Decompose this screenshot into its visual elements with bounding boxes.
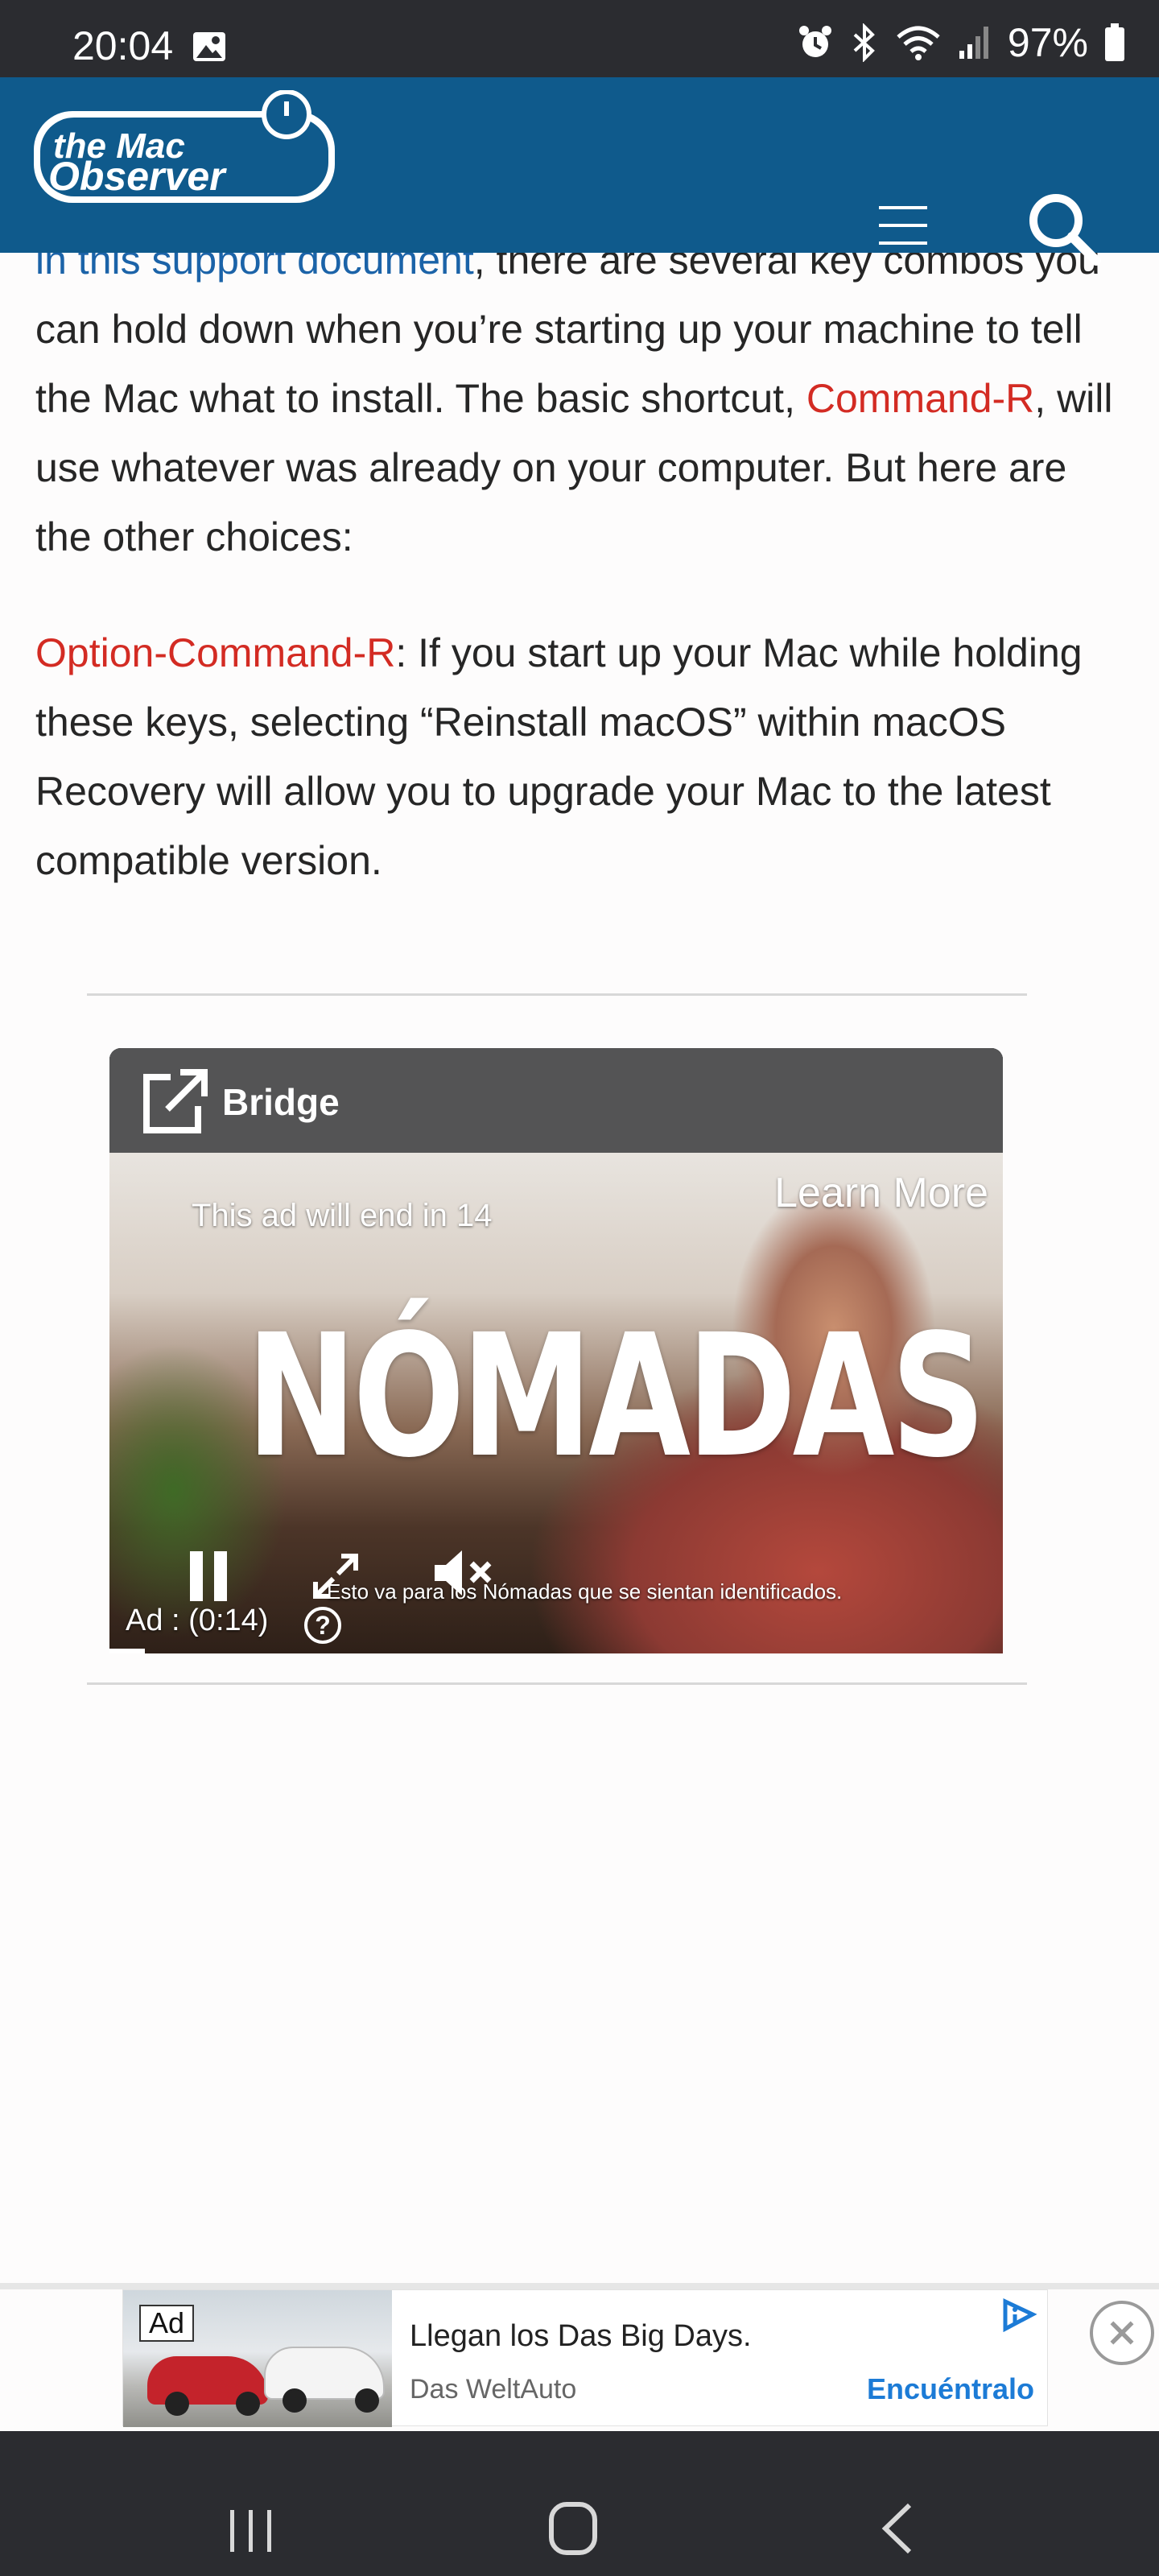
ad-divider-top: [87, 993, 1027, 996]
ad-countdown: This ad will end in 14: [192, 1198, 493, 1233]
signal-icon: [959, 27, 988, 59]
video-ad-header[interactable]: Bridge: [109, 1048, 1003, 1153]
gallery-icon: [193, 32, 225, 61]
ad-time-remaining: Ad : (0:14): [126, 1604, 269, 1637]
banner-ad-border: [0, 2283, 1159, 2289]
banner-ad-cta-button[interactable]: Encuéntralo: [867, 2372, 1034, 2406]
banner-ad-headline[interactable]: Llegan los Das Big Days.: [410, 2319, 752, 2354]
video-title-overlay: NÓMADAS: [246, 1298, 986, 1495]
video-subtitle: Esto va para los Nómadas que se sientan …: [327, 1579, 843, 1604]
status-icons: 97%: [797, 19, 1125, 66]
wifi-icon: [897, 26, 940, 60]
ad-divider-bottom: [87, 1682, 1027, 1685]
status-bar: 20:04 97%: [0, 0, 1159, 77]
fullscreen-icon[interactable]: [311, 1551, 361, 1601]
battery-icon: [1105, 23, 1124, 61]
option-command-r-link[interactable]: Option-Command-R: [35, 630, 395, 675]
mute-icon[interactable]: [431, 1547, 496, 1599]
ad-label: Ad: [139, 2305, 195, 2342]
banner-ad[interactable]: Ad Llegan los Das Big Days. Das WeltAuto…: [122, 2289, 1048, 2427]
learn-more-button[interactable]: Learn More: [774, 1169, 988, 1217]
bluetooth-icon: [853, 23, 875, 62]
navigation-bar: [0, 2431, 1159, 2576]
close-ad-icon[interactable]: [1090, 2301, 1154, 2365]
video-player[interactable]: Learn More This ad will end in 14 NÓMADA…: [109, 1153, 1003, 1653]
banner-ad-advertiser: Das WeltAuto: [410, 2374, 577, 2405]
recents-icon[interactable]: [227, 2507, 275, 2555]
ad-brand-name[interactable]: Bridge: [222, 1080, 340, 1124]
pause-button[interactable]: [190, 1551, 232, 1601]
article-paragraph: Option-Command-R: If you start up your M…: [35, 630, 1083, 883]
status-time: 20:04: [72, 23, 174, 68]
banner-ad-image[interactable]: Ad: [123, 2290, 392, 2427]
adchoices-icon[interactable]: [1000, 2298, 1037, 2332]
alarm-icon: [798, 26, 831, 57]
video-progress-bar: [109, 1649, 146, 1653]
battery-percent: 97%: [1007, 20, 1088, 65]
svg-text:Observer: Observer: [48, 154, 227, 199]
back-icon[interactable]: [877, 2500, 918, 2557]
command-r-link[interactable]: Command-R: [806, 376, 1034, 421]
hamburger-menu-icon[interactable]: [879, 206, 937, 248]
search-icon[interactable]: [1025, 190, 1103, 267]
ad-help-icon[interactable]: ?: [304, 1607, 341, 1644]
article-paragraph: in this support document, there are seve…: [35, 237, 1113, 559]
external-link-icon[interactable]: [138, 1066, 209, 1137]
site-header: the Mac Observer: [0, 77, 1159, 266]
article-body: in this support document, there are seve…: [35, 225, 1114, 942]
video-ad[interactable]: Bridge Learn More This ad will end in 14…: [109, 1048, 1003, 1653]
home-icon[interactable]: [549, 2502, 597, 2555]
site-logo[interactable]: the Mac Observer: [29, 90, 343, 211]
